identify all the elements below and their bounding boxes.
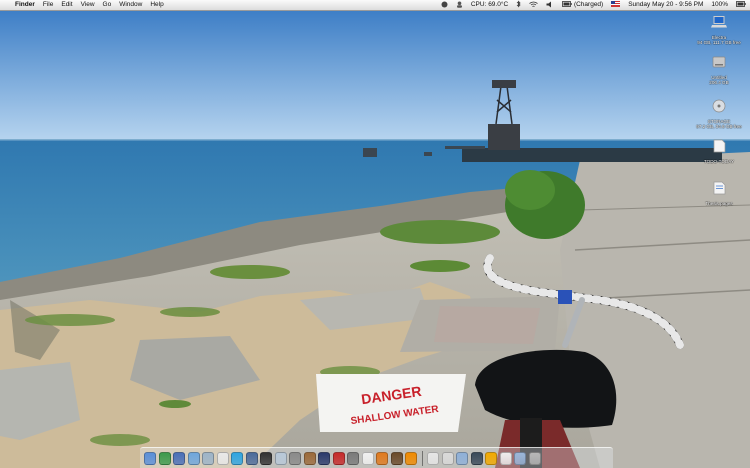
safari-icon[interactable]	[187, 451, 200, 465]
menu-edit[interactable]: Edit	[57, 0, 76, 10]
desktop-icon-info: 94 GB, 111.7 GB free	[697, 40, 741, 46]
user-icon[interactable]	[452, 0, 467, 10]
system-preferences-icon[interactable]	[289, 451, 301, 465]
desktop[interactable]: DANGER SHALLOW WATER Finder File Edit Vi…	[0, 0, 750, 468]
dashboard-icon[interactable]	[158, 451, 171, 465]
menu-bar: Finder File Edit View Go Window Help CPU…	[0, 0, 750, 11]
finder-icon[interactable]	[144, 451, 156, 465]
trash-icon[interactable]	[528, 451, 541, 465]
folder-icon[interactable]	[456, 451, 468, 465]
quicktime-icon[interactable]	[245, 451, 258, 465]
ical-icon[interactable]	[216, 451, 229, 465]
skype-icon[interactable]	[231, 451, 243, 465]
battery-status-text: (Charged)	[573, 1, 604, 8]
battery-menu[interactable]: (Charged)	[558, 0, 607, 10]
menu-help[interactable]: Help	[146, 0, 167, 10]
address-book-icon[interactable]	[303, 451, 316, 465]
wallpaper: DANGER SHALLOW WATER	[0, 10, 750, 468]
laptop-icon	[711, 16, 727, 28]
photoshop-icon[interactable]	[318, 451, 330, 465]
bitcoin-icon[interactable]	[485, 451, 497, 465]
dictionary-icon[interactable]	[390, 451, 403, 465]
document-icon[interactable]	[441, 451, 454, 465]
clock[interactable]: Sunday May 20 - 9:56 PM	[624, 0, 707, 10]
menu-file[interactable]: File	[39, 0, 57, 10]
menu-extras: CPU: 69.0°C (Charged) Sunday May 20 - 9:…	[437, 0, 750, 10]
app-name-menu[interactable]: Finder	[11, 0, 39, 10]
volume-icon[interactable]	[542, 0, 558, 10]
battery-icon[interactable]	[732, 0, 750, 10]
desktop-icon-electra[interactable]: Electra 94 GB, 111.7 GB free	[689, 15, 749, 46]
battery-percent[interactable]: 100%	[707, 0, 732, 10]
menu-window[interactable]: Window	[115, 0, 146, 10]
firefox-icon[interactable]	[376, 451, 388, 465]
disk-icon	[712, 99, 726, 113]
dock	[140, 447, 613, 468]
folder-icon[interactable]	[514, 451, 526, 465]
desktop-icon-info: 206.4 GB	[709, 80, 729, 86]
flag-icon[interactable]	[607, 0, 624, 10]
document-icon[interactable]	[499, 451, 512, 465]
desktop-icon-storage[interactable]: STORAGE 97.2 GB, 34.6 GB free	[689, 99, 749, 130]
desktop-icon-name: Thesis.pages	[705, 201, 733, 206]
menu-view[interactable]: View	[77, 0, 99, 10]
status-circle-icon[interactable]	[437, 0, 452, 10]
document-icon[interactable]	[427, 451, 439, 465]
terminal-icon[interactable]	[260, 451, 272, 465]
vlc-icon[interactable]	[405, 451, 417, 465]
desktop-icon-info: 97.2 GB, 34.6 GB free	[696, 124, 742, 130]
textedit-icon[interactable]	[361, 451, 374, 465]
bluetooth-icon[interactable]	[512, 0, 525, 10]
desktop-icon-untitled[interactable]: Untitled 206.4 GB	[689, 55, 749, 86]
menu-go[interactable]: Go	[99, 0, 116, 10]
desktop-icon-name: TODO-TODAY	[703, 159, 735, 164]
desktop-icon-thesis[interactable]: Thesis.pages	[689, 181, 749, 206]
mail-icon[interactable]	[202, 451, 214, 465]
hard-drive-icon	[712, 56, 726, 68]
document-icon	[713, 181, 726, 195]
dock-separator	[421, 450, 423, 466]
itunes-icon[interactable]	[173, 451, 185, 465]
wifi-icon[interactable]	[525, 0, 542, 10]
document-icon	[713, 139, 726, 153]
preview-icon[interactable]	[274, 451, 287, 465]
screen-icon[interactable]	[470, 451, 483, 465]
cpu-temp-status[interactable]: CPU: 69.0°C	[467, 0, 512, 10]
desktop-icon-todo-today[interactable]: TODO-TODAY	[689, 139, 749, 164]
acrobat-icon[interactable]	[332, 451, 345, 465]
automator-icon[interactable]	[347, 451, 359, 465]
